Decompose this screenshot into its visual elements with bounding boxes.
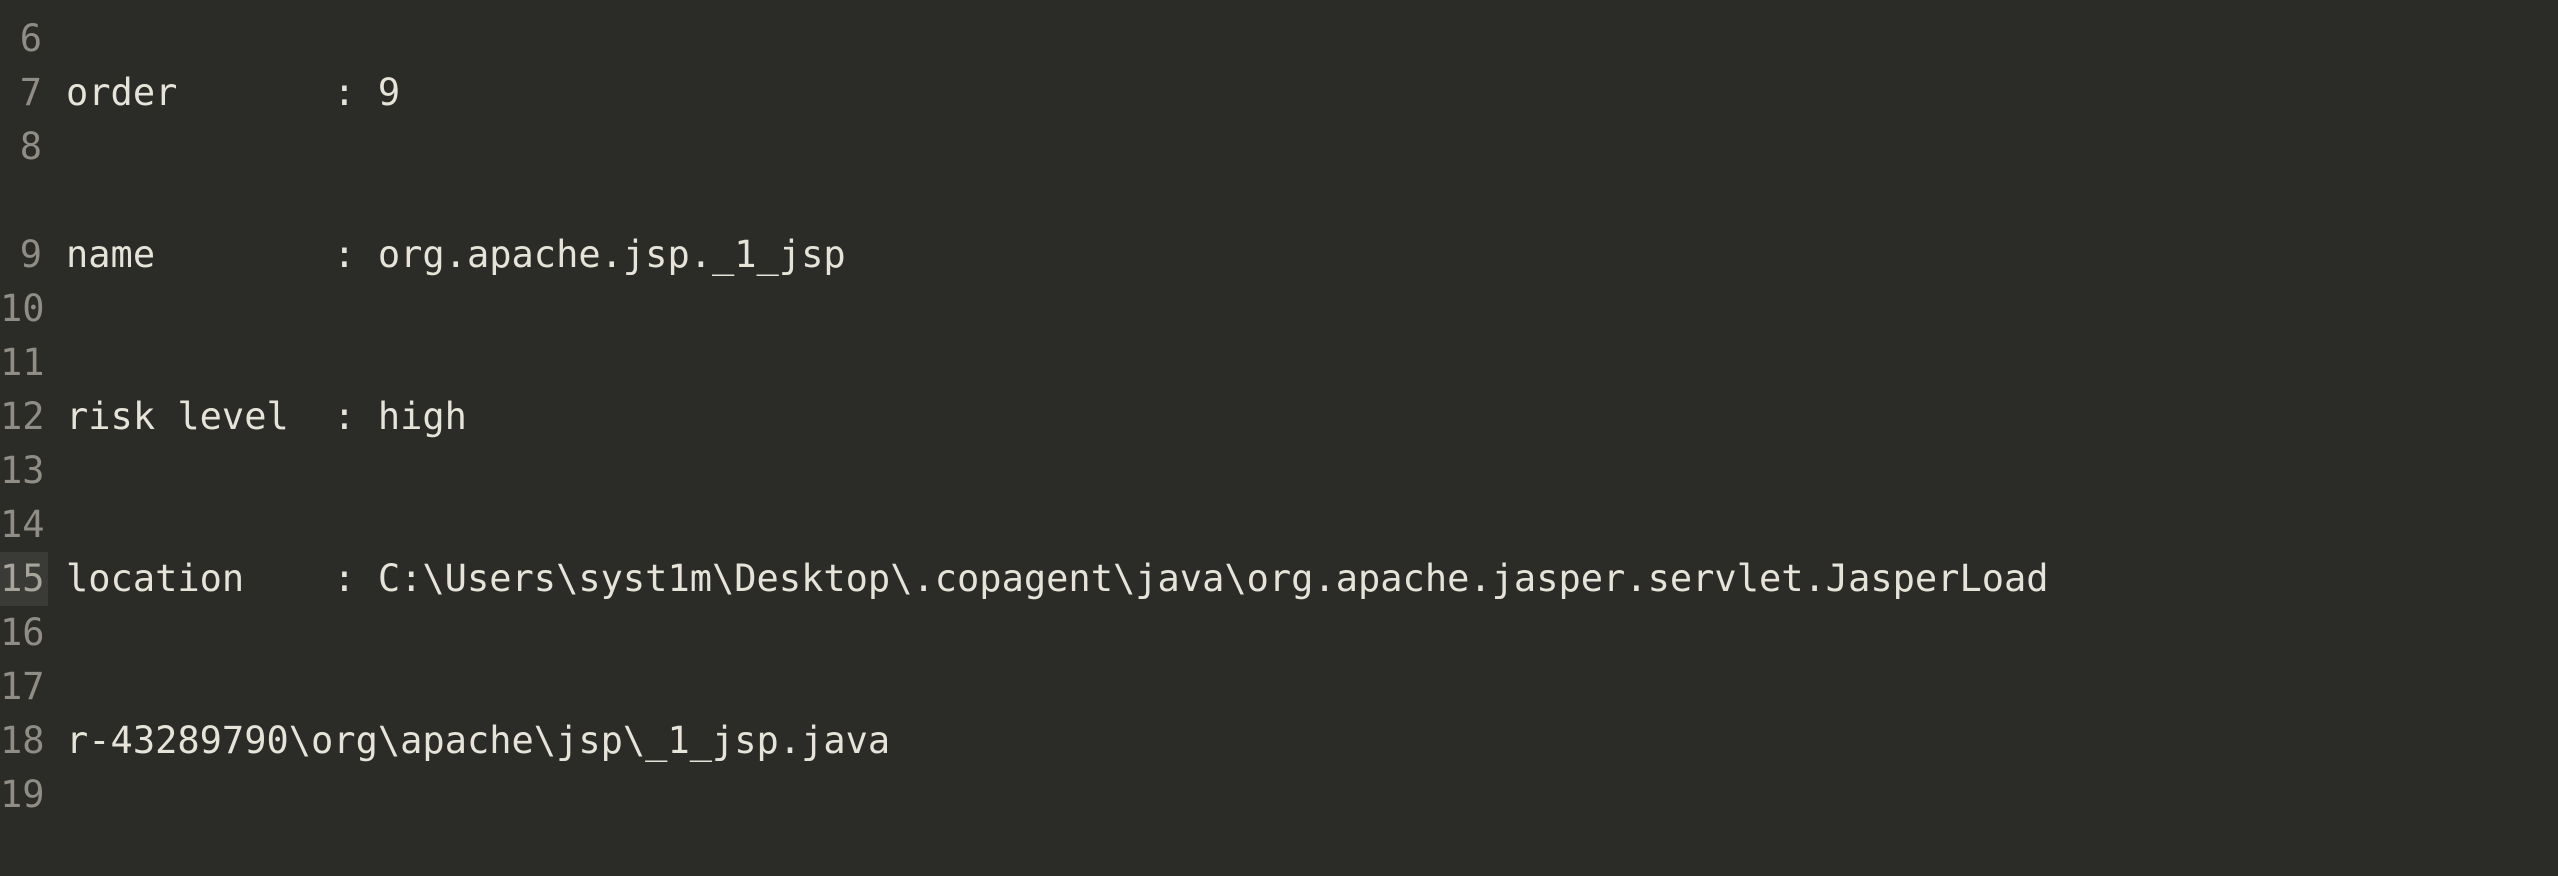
line-number: 10 bbox=[0, 282, 48, 336]
field-value: C:\Users\syst1m\Desktop\.copagent\java\o… bbox=[378, 557, 2049, 600]
code-line: risk level : high bbox=[66, 390, 2558, 444]
code-editor: 5 6 7 8 9 10 11 12 13 14 15 16 17 18 19 … bbox=[0, 0, 2558, 834]
line-number: 14 bbox=[0, 498, 48, 552]
separator: : bbox=[333, 71, 378, 114]
line-number: 17 bbox=[0, 660, 48, 714]
field-value: high bbox=[378, 395, 467, 438]
line-number: 5 bbox=[0, 0, 48, 12]
field-label: name bbox=[66, 228, 333, 282]
separator: : bbox=[333, 395, 378, 438]
field-value: 9 bbox=[378, 71, 400, 114]
code-line-wrap: r-43289790\org\apache\jsp\_1_jsp.java bbox=[66, 714, 2558, 768]
line-number: 19 bbox=[0, 768, 48, 822]
code-line: location : C:\Users\syst1m\Desktop\.copa… bbox=[66, 552, 2558, 606]
line-number: 8 bbox=[0, 120, 48, 174]
line-number-gutter: 5 6 7 8 9 10 11 12 13 14 15 16 17 18 19 bbox=[0, 0, 48, 834]
code-line: order : 9 bbox=[66, 66, 2558, 120]
field-label: order bbox=[66, 66, 333, 120]
line-number: 12 bbox=[0, 390, 48, 444]
line-number: 18 bbox=[0, 714, 48, 768]
line-number: 6 bbox=[0, 12, 48, 66]
code-line: name : org.apache.jsp._1_jsp bbox=[66, 228, 2558, 282]
line-number: 13 bbox=[0, 444, 48, 498]
code-content[interactable]: order : 9 name : org.apache.jsp._1_jsp r… bbox=[48, 0, 2558, 834]
line-number bbox=[0, 174, 48, 228]
line-number: 16 bbox=[0, 606, 48, 660]
field-value-continuation: r-43289790\org\apache\jsp\_1_jsp.java bbox=[66, 719, 890, 762]
separator: : bbox=[333, 557, 378, 600]
line-number: 7 bbox=[0, 66, 48, 120]
line-number: 15 bbox=[0, 552, 48, 606]
field-value: org.apache.jsp._1_jsp bbox=[378, 233, 846, 276]
separator: : bbox=[333, 233, 378, 276]
line-number: 9 bbox=[0, 228, 48, 282]
field-label: location bbox=[66, 552, 333, 606]
field-label: risk level bbox=[66, 390, 333, 444]
line-number: 11 bbox=[0, 336, 48, 390]
